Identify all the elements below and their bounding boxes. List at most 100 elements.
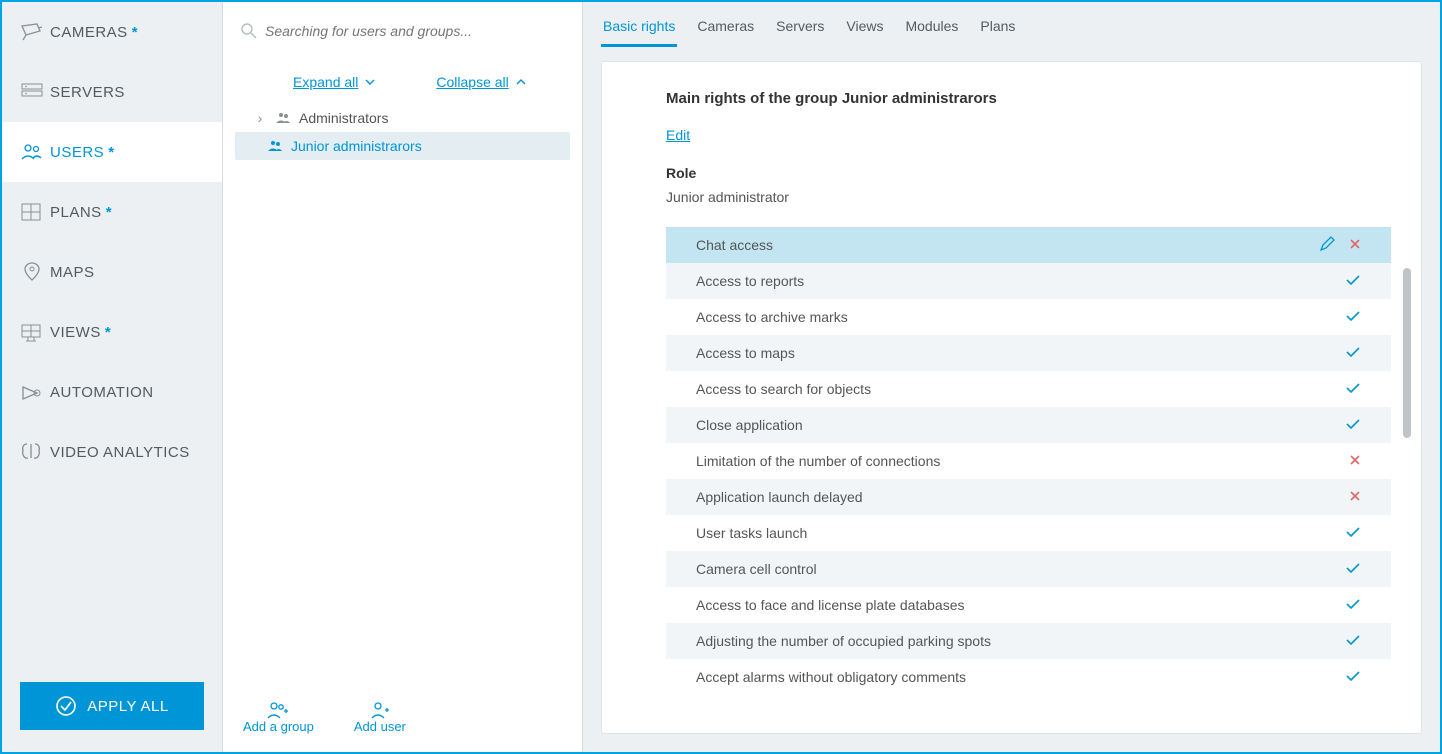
tree-controls: Expand all Collapse all: [223, 60, 582, 104]
user-tree-panel: Expand all Collapse all › Administrators…: [223, 2, 583, 752]
x-icon: [1349, 237, 1361, 253]
check-icon: [1345, 597, 1361, 613]
sidebar-item-label: CAMERAS: [50, 24, 128, 41]
dirty-star-icon: *: [105, 324, 111, 341]
permission-row[interactable]: Access to face and license plate databas…: [666, 587, 1391, 623]
sidebar: CAMERAS * SERVERS USERS * PLANS *: [2, 2, 223, 752]
expand-all-link[interactable]: Expand all: [293, 74, 376, 90]
apply-all-button[interactable]: APPLY ALL: [20, 682, 204, 730]
x-icon: [1349, 489, 1361, 505]
check-icon: [1345, 561, 1361, 577]
mid-footer: Add a group Add user: [223, 682, 582, 752]
side-nav: CAMERAS * SERVERS USERS * PLANS *: [2, 2, 222, 682]
role-label: Role: [666, 165, 1421, 181]
edit-link[interactable]: Edit: [666, 127, 690, 143]
sidebar-item-label: MAPS: [50, 264, 95, 281]
sidebar-item-label: VIDEO ANALYTICS: [50, 444, 190, 461]
tab-servers[interactable]: Servers: [774, 12, 826, 47]
tree: › Administrators Junior administrarors: [223, 104, 582, 682]
check-icon: [1345, 273, 1361, 289]
permission-label: Close application: [696, 417, 803, 433]
sidebar-item-servers[interactable]: SERVERS: [2, 62, 222, 122]
tree-node-administrators[interactable]: › Administrators: [235, 104, 570, 132]
permission-row[interactable]: Adjusting the number of occupied parking…: [666, 623, 1391, 659]
check-circle-icon: [55, 695, 77, 717]
permission-label: Access to face and license plate databas…: [696, 597, 965, 613]
tree-node-label: Administrators: [299, 110, 388, 126]
x-icon: [1349, 453, 1361, 469]
search-row: [223, 2, 582, 60]
permission-label: Access to reports: [696, 273, 804, 289]
automation-icon: [20, 381, 50, 403]
card-title: Main rights of the group Junior administ…: [666, 90, 1421, 107]
permission-label: Accept alarms without obligatory comment…: [696, 669, 966, 685]
sidebar-item-views[interactable]: VIEWS *: [2, 302, 222, 362]
tab-cameras[interactable]: Cameras: [695, 12, 756, 47]
sidebar-item-automation[interactable]: AUTOMATION: [2, 362, 222, 422]
sidebar-item-users[interactable]: USERS *: [2, 122, 222, 182]
permission-row[interactable]: Accept alarms without obligatory comment…: [666, 659, 1391, 695]
tabs: Basic rights Cameras Servers Views Modul…: [583, 2, 1440, 47]
check-icon: [1345, 669, 1361, 685]
dirty-star-icon: *: [108, 144, 114, 161]
maps-icon: [20, 261, 50, 283]
add-user-button[interactable]: Add user: [354, 701, 406, 734]
permission-row[interactable]: Application launch delayed: [666, 479, 1391, 515]
edit-icon[interactable]: [1319, 236, 1335, 255]
sidebar-item-label: USERS: [50, 144, 104, 161]
tab-views[interactable]: Views: [844, 12, 885, 47]
permission-row[interactable]: Chat access: [666, 227, 1391, 263]
permission-label: Access to archive marks: [696, 309, 848, 325]
plans-icon: [20, 201, 50, 223]
dirty-star-icon: *: [106, 204, 112, 221]
check-icon: [1345, 417, 1361, 433]
add-group-button[interactable]: Add a group: [243, 701, 314, 734]
collapse-all-link[interactable]: Collapse all: [436, 74, 526, 90]
tree-node-label: Junior administrarors: [291, 138, 422, 154]
permission-row[interactable]: Close application: [666, 407, 1391, 443]
permission-row[interactable]: Limitation of the number of connections: [666, 443, 1391, 479]
chevron-right-icon: ›: [253, 110, 267, 126]
role-value: Junior administrator: [666, 189, 1421, 205]
sidebar-item-label: VIEWS: [50, 324, 101, 341]
right-panel: Basic rights Cameras Servers Views Modul…: [583, 2, 1440, 752]
permission-row[interactable]: Camera cell control: [666, 551, 1391, 587]
check-icon: [1345, 345, 1361, 361]
permission-label: Camera cell control: [696, 561, 817, 577]
permission-row[interactable]: Access to maps: [666, 335, 1391, 371]
tree-node-junior-admins[interactable]: Junior administrarors: [235, 132, 570, 160]
permission-row[interactable]: Access to archive marks: [666, 299, 1391, 335]
brain-icon: [20, 441, 50, 463]
sidebar-item-video-analytics[interactable]: VIDEO ANALYTICS: [2, 422, 222, 482]
check-icon: [1345, 309, 1361, 325]
sidebar-item-cameras[interactable]: CAMERAS *: [2, 2, 222, 62]
add-group-icon: [267, 701, 289, 719]
chevron-up-icon: [515, 76, 527, 88]
rights-card: Main rights of the group Junior administ…: [601, 61, 1422, 734]
search-input[interactable]: [265, 23, 564, 39]
sidebar-item-plans[interactable]: PLANS *: [2, 182, 222, 242]
users-icon: [20, 141, 50, 163]
add-user-icon: [369, 701, 391, 719]
permission-row[interactable]: Access to search for objects: [666, 371, 1391, 407]
sidebar-item-label: PLANS: [50, 204, 102, 221]
sidebar-item-label: AUTOMATION: [50, 384, 154, 401]
permission-label: Adjusting the number of occupied parking…: [696, 633, 991, 649]
sidebar-item-maps[interactable]: MAPS: [2, 242, 222, 302]
tab-plans[interactable]: Plans: [978, 12, 1017, 47]
dirty-star-icon: *: [132, 24, 138, 41]
tab-basic-rights[interactable]: Basic rights: [601, 12, 677, 47]
tab-modules[interactable]: Modules: [903, 12, 960, 47]
permissions-list: Chat access Access to reports Access to ar…: [666, 227, 1421, 695]
scrollbar-thumb[interactable]: [1403, 268, 1411, 438]
permission-label: Access to search for objects: [696, 381, 871, 397]
camera-icon: [20, 21, 50, 43]
chevron-down-icon: [364, 76, 376, 88]
group-icon: [267, 139, 283, 153]
group-icon: [275, 111, 291, 125]
permission-label: Application launch delayed: [696, 489, 863, 505]
permission-row[interactable]: Access to reports: [666, 263, 1391, 299]
views-icon: [20, 321, 50, 343]
permission-label: Limitation of the number of connections: [696, 453, 940, 469]
permission-row[interactable]: User tasks launch: [666, 515, 1391, 551]
